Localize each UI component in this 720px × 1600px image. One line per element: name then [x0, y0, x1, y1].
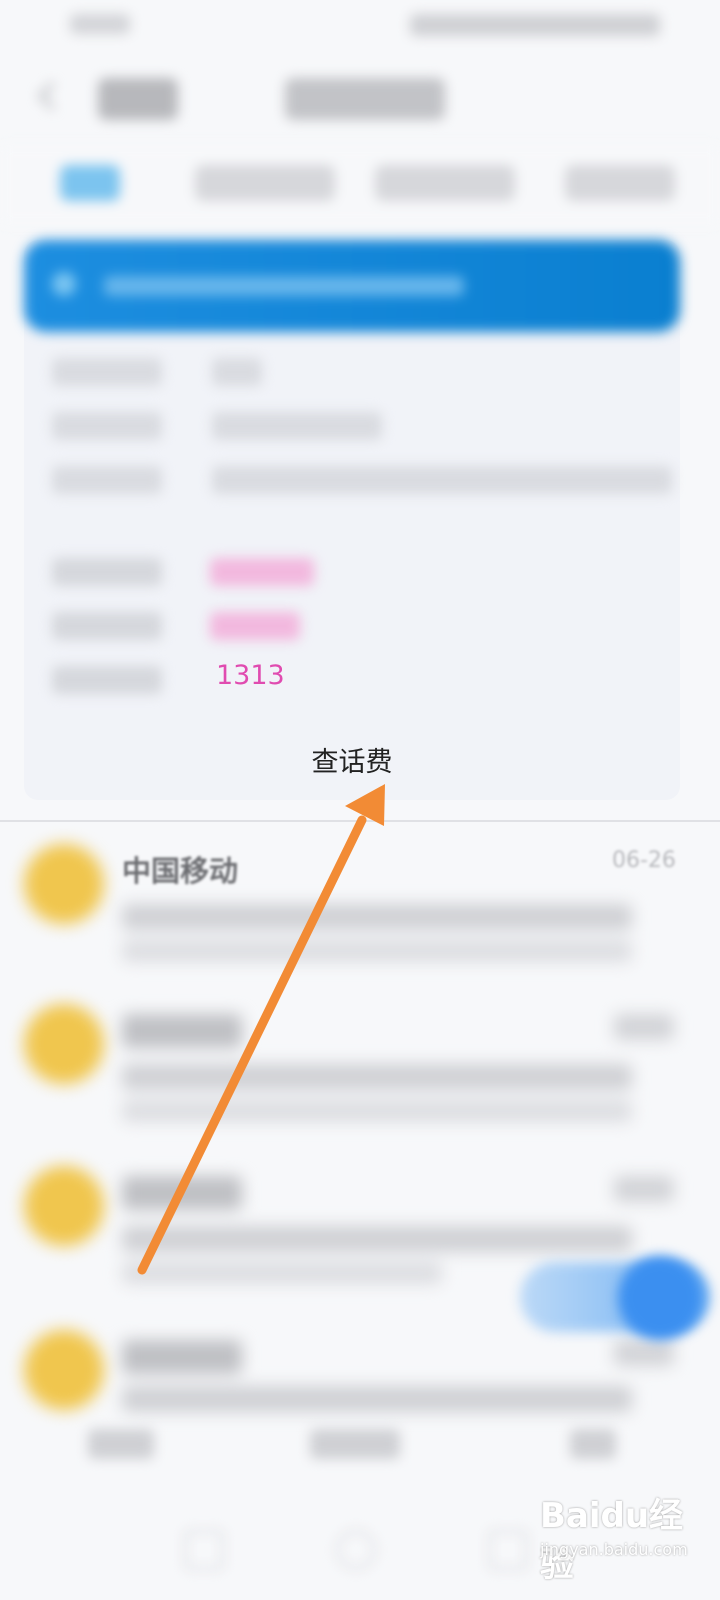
info-label: [52, 412, 162, 440]
balance-value: 1313: [216, 660, 285, 691]
system-home-icon[interactable]: [336, 1530, 376, 1570]
info-value: [212, 412, 382, 440]
page-title: [285, 78, 445, 120]
bottom-nav: [0, 1415, 720, 1475]
message-preview: [122, 1226, 632, 1252]
info-icon: [52, 272, 76, 296]
message-sender: [122, 1014, 242, 1048]
tab-filter-1[interactable]: [195, 165, 335, 201]
bottom-nav-item[interactable]: [310, 1429, 400, 1459]
tab-filter-2[interactable]: [375, 165, 515, 201]
message-preview-2: [122, 1100, 632, 1122]
divider: [0, 820, 720, 822]
info-value: [212, 466, 672, 494]
status-icons: [410, 14, 660, 36]
message-sender: [122, 1340, 242, 1374]
status-bar: [0, 0, 720, 50]
fee-label: [52, 558, 162, 586]
message-preview: [122, 1064, 632, 1090]
message-date: [614, 1014, 674, 1040]
query-fee-button[interactable]: 查话费: [24, 740, 680, 779]
fee-row: [52, 552, 452, 592]
watermark: Baidu经验 jingyan.baidu.com: [540, 1488, 710, 1588]
info-label: [52, 358, 162, 386]
tab-all[interactable]: [60, 165, 120, 201]
message-sender: 中国移动: [122, 854, 239, 888]
message-preview: [122, 904, 632, 930]
banner-text: [104, 276, 464, 296]
status-time: [70, 14, 130, 34]
list-item[interactable]: [0, 1004, 720, 1154]
info-label: [52, 466, 162, 494]
filter-tabs: [0, 145, 720, 225]
fee-label: [52, 666, 162, 694]
message-preview: [122, 1386, 632, 1412]
tab-filter-3[interactable]: [565, 165, 675, 201]
watermark-subtitle: jingyan.baidu.com: [540, 1540, 688, 1559]
message-preview-2: [122, 1262, 442, 1284]
avatar: [24, 844, 104, 924]
message-date: [614, 1340, 674, 1366]
fee-value: [210, 558, 314, 586]
fee-label: [52, 612, 162, 640]
info-value: [212, 358, 262, 386]
avatar: [24, 1004, 104, 1084]
system-back-icon[interactable]: [184, 1530, 224, 1570]
message-date: 06-26: [612, 848, 676, 873]
fee-value: [210, 612, 300, 640]
compose-button[interactable]: [618, 1256, 702, 1340]
system-recent-icon[interactable]: [488, 1530, 528, 1570]
bottom-nav-item[interactable]: [570, 1429, 616, 1459]
avatar: [24, 1166, 104, 1246]
header-back-label[interactable]: [98, 78, 178, 120]
watermark-logo: Baidu经验: [540, 1496, 684, 1585]
avatar: [24, 1330, 104, 1410]
back-icon[interactable]: [34, 81, 67, 111]
info-row: [52, 466, 692, 496]
fee-row-balance: 1313: [52, 660, 452, 700]
message-sender: [122, 1176, 242, 1210]
bottom-nav-item[interactable]: [88, 1429, 154, 1459]
fee-card: 1313 查话费: [24, 240, 680, 800]
fee-row: [52, 606, 452, 646]
header: [0, 60, 720, 140]
message-date: [614, 1176, 674, 1202]
message-preview-2: [122, 940, 632, 962]
card-banner[interactable]: [24, 240, 680, 332]
